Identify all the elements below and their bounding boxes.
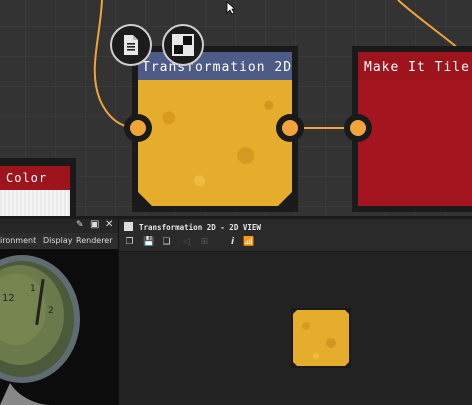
clock-model: 12 1 2 [0,255,80,405]
menu-display[interactable]: Display [43,236,73,245]
arrow-icon[interactable]: ◁ [181,237,192,248]
node-make-tile-thumbnail [358,80,472,206]
node-color-header: Color [0,166,70,190]
3d-view-titlebar: ✎ ▣ ✕ [0,219,118,233]
mouse-cursor-icon [226,1,236,15]
2d-view-toolbar: ❐ 💾 ❏ ◁ ⊞ i 📶 [119,235,472,252]
thumb-corner-left [138,192,152,206]
3d-view-menubar: ironment Display Renderer [0,233,118,249]
transformation-input-port[interactable] [124,114,152,142]
2d-view-panel[interactable]: Transformation 2D - 2D VIEW ❐ 💾 ❏ ◁ ⊞ i … [118,219,472,405]
node-color-title: Color [6,171,48,185]
node-make-tile-title: Make It Tile [364,60,470,75]
menu-environment[interactable]: ironment [0,236,36,245]
node-transformation-title: Transformation 2D [142,60,292,75]
document-icon [124,35,138,55]
node-graph[interactable]: Color Transformation 2D Make It Tile [0,0,472,218]
pin-icon[interactable]: ✎ [76,220,84,230]
app-root: Color Transformation 2D Make It Tile ✎ ▣… [0,0,472,405]
svg-text:1: 1 [30,284,36,294]
node-make-tile-header: Make It Tile [358,52,472,80]
save-icon[interactable]: 💾 [143,237,154,248]
fit-view-icon[interactable]: ❐ [124,237,135,248]
node-transformation-header: Transformation 2D [138,52,292,80]
2d-preview-image[interactable] [291,308,351,368]
histogram-icon[interactable]: 📶 [243,237,254,248]
info-icon[interactable]: i [227,237,238,248]
checker-button[interactable] [162,24,204,66]
channels-icon[interactable]: ⊞ [199,237,210,248]
2d-view-titlebar: Transformation 2D - 2D VIEW [119,219,472,235]
checker-icon [172,34,194,56]
make-tile-input-port[interactable] [344,114,372,142]
svg-text:12: 12 [2,293,15,304]
node-transformation-thumbnail [138,80,292,206]
svg-text:2: 2 [48,306,54,316]
menu-renderer[interactable]: Renderer [76,236,113,245]
transformation-output-port[interactable] [276,114,304,142]
document-button[interactable] [110,24,152,66]
3d-view-panel[interactable]: ✎ ▣ ✕ ironment Display Renderer 12 1 2 [0,219,118,405]
float-icon[interactable]: ▣ [90,219,99,230]
2d-view-title: Transformation 2D - 2D VIEW [139,223,261,232]
view-icon [124,222,133,231]
thumb-corner-right [278,192,292,206]
copy-icon[interactable]: ❏ [161,237,172,248]
node-color[interactable]: Color [0,158,76,218]
node-transformation-2d[interactable]: Transformation 2D [132,46,298,212]
close-icon[interactable]: ✕ [105,219,113,230]
node-color-thumbnail [0,190,70,218]
3d-viewport[interactable]: 12 1 2 [0,249,118,405]
